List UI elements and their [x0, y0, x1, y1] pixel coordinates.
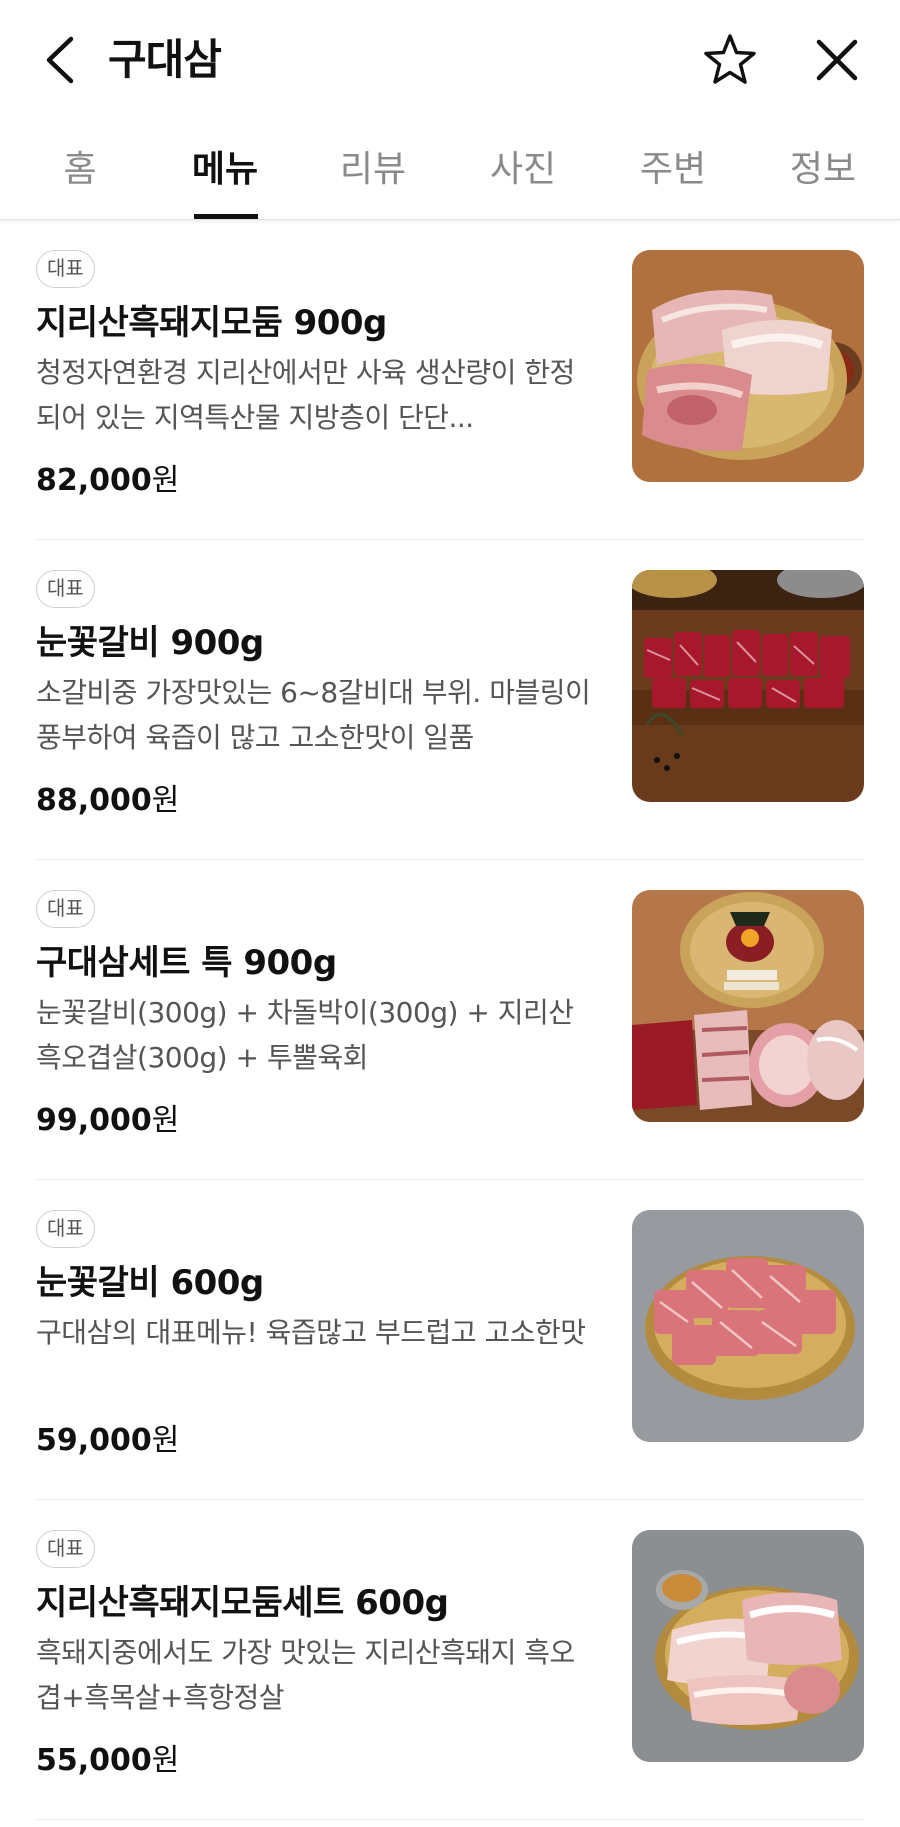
chevron-left-icon [46, 36, 74, 84]
tab-bar: 홈 메뉴 리뷰 사진 주변 정보 [0, 120, 900, 220]
price-currency: 원 [151, 1423, 180, 1458]
menu-item-photo[interactable] [632, 250, 864, 482]
menu-item-description: 청정자연환경 지리산에서만 사육 생산량이 한정되어 있는 지역특산물 지방층이… [36, 356, 575, 434]
menu-item-price: 99,000원 [36, 1095, 179, 1139]
menu-item-photo[interactable] [632, 1530, 864, 1762]
menu-item[interactable]: 대표 눈꽃갈비 600g 구대삼의 대표메뉴! 육즙많고 부드럽고 고소한맛 5… [36, 1180, 864, 1500]
active-tab-indicator [194, 214, 258, 219]
tab-reviews[interactable]: 리뷰 [333, 140, 413, 200]
menu-item-name: 구대삼세트 특 900g [36, 943, 337, 983]
pork-platter-image [632, 250, 864, 482]
menu-item-name: 눈꽃갈비 600g [36, 1263, 264, 1303]
star-icon [704, 34, 756, 84]
top-bar: 구대삼 [0, 0, 900, 120]
menu-item-price: 55,000원 [36, 1735, 179, 1779]
menu-item-name: 지리산흑돼지모둠 900g [36, 303, 387, 343]
signature-badge: 대표 [36, 250, 95, 288]
menu-item-photo[interactable] [632, 570, 864, 802]
menu-item-description: 소갈비중 가장맛있는 6~8갈비대 부위. 마블링이 풍부하여 육즙이 많고 고… [36, 676, 591, 754]
menu-item[interactable]: 대표 지리산흑돼지모둠세트 600g 흑돼지중에서도 가장 맛있는 지리산흑돼지… [36, 1500, 864, 1820]
menu-item-photo[interactable] [632, 890, 864, 1122]
favorite-button[interactable] [700, 30, 760, 90]
price-value: 59,000 [36, 1423, 152, 1458]
signature-badge: 대표 [36, 1210, 95, 1248]
menu-list: 대표 지리산흑돼지모둠 900g 청정자연환경 지리산에서만 사육 생산량이 한… [0, 220, 900, 1820]
signature-badge: 대표 [36, 1530, 95, 1568]
back-button[interactable] [38, 30, 82, 90]
menu-item[interactable]: 대표 눈꽃갈비 900g 소갈비중 가장맛있는 6~8갈비대 부위. 마블링이 … [36, 540, 864, 860]
set-platter-image [632, 890, 864, 1122]
menu-item-name: 지리산흑돼지모둠세트 600g [36, 1583, 449, 1623]
signature-badge: 대표 [36, 570, 95, 608]
menu-item-price: 59,000원 [36, 1415, 179, 1459]
tab-info[interactable]: 정보 [783, 140, 863, 200]
tab-home[interactable]: 홈 [40, 140, 120, 200]
price-currency: 원 [151, 463, 180, 498]
tab-menu[interactable]: 메뉴 [185, 140, 265, 200]
beef-rib-image [632, 570, 864, 802]
page-title: 구대삼 [108, 35, 222, 84]
tab-nearby[interactable]: 주변 [633, 140, 713, 200]
price-value: 82,000 [36, 463, 152, 498]
close-icon [816, 39, 858, 81]
price-currency: 원 [151, 783, 180, 818]
tab-photos[interactable]: 사진 [483, 140, 563, 200]
menu-item-description: 눈꽃갈비(300g) + 차돌박이(300g) + 지리산흑오겹살(300g) … [36, 996, 574, 1074]
pork-set-image [632, 1530, 864, 1762]
close-button[interactable] [807, 30, 867, 90]
menu-item-description: 구대삼의 대표메뉴! 육즙많고 부드럽고 고소한맛 [36, 1316, 586, 1349]
beef-plate-image [632, 1210, 864, 1442]
menu-item-price: 82,000원 [36, 455, 179, 499]
menu-item-photo[interactable] [632, 1210, 864, 1442]
price-value: 55,000 [36, 1743, 152, 1778]
price-currency: 원 [151, 1103, 180, 1138]
menu-item-name: 눈꽃갈비 900g [36, 623, 264, 663]
price-value: 99,000 [36, 1103, 152, 1138]
menu-item[interactable]: 대표 지리산흑돼지모둠 900g 청정자연환경 지리산에서만 사육 생산량이 한… [36, 220, 864, 540]
price-value: 88,000 [36, 783, 152, 818]
menu-item[interactable]: 대표 구대삼세트 특 900g 눈꽃갈비(300g) + 차돌박이(300g) … [36, 860, 864, 1180]
signature-badge: 대표 [36, 890, 95, 928]
menu-item-description: 흑돼지중에서도 가장 맛있는 지리산흑돼지 흑오겹+흑목살+흑항정살 [36, 1636, 575, 1714]
price-currency: 원 [151, 1743, 180, 1778]
menu-item-price: 88,000원 [36, 775, 179, 819]
